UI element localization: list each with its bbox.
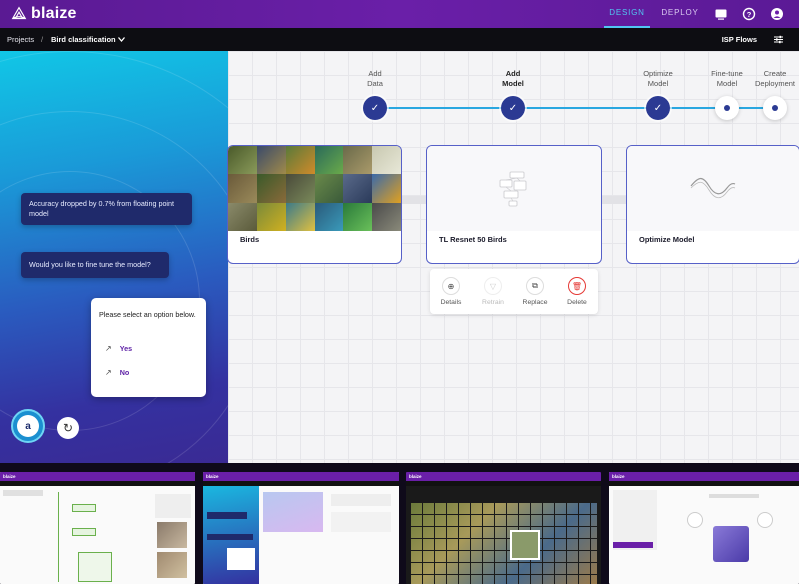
optimize-illustration: [627, 146, 799, 231]
tab-design[interactable]: DESIGN: [604, 0, 650, 28]
breadcrumb-current-project[interactable]: Bird classification: [51, 35, 116, 44]
step-label-add-data: Add Data: [367, 69, 383, 88]
breadcrumb-projects[interactable]: Projects: [7, 35, 34, 44]
action-label: Replace: [522, 299, 548, 306]
chat-message: Accuracy dropped by 0.7% from floating p…: [21, 193, 192, 225]
waveform-icon: [690, 177, 736, 198]
option-label: No: [119, 368, 130, 377]
action-label: Details: [440, 299, 462, 306]
pending-dot-icon: [724, 105, 730, 111]
funnel-icon: ▽: [484, 277, 502, 295]
optimize-card[interactable]: Optimize Model: [626, 145, 799, 264]
option-label: Yes: [119, 344, 133, 353]
refresh-icon: ↻: [62, 421, 74, 435]
bird-thumbnail: [256, 202, 286, 231]
step-label-create-deployment: Create Deployment: [754, 69, 796, 88]
model-graph-icon: [499, 171, 527, 206]
replace-button[interactable]: ⧉ Replace: [514, 269, 556, 314]
sliders-icon[interactable]: [774, 35, 783, 44]
details-button[interactable]: ⊕ Details: [430, 269, 472, 314]
action-label: Retrain: [482, 299, 504, 306]
card-title: Birds: [240, 235, 260, 244]
bird-thumbnail: [228, 202, 257, 231]
check-icon: ✓: [653, 102, 663, 114]
bird-thumbnail: [372, 146, 401, 175]
zoom-in-icon: ⊕: [442, 277, 460, 295]
breadcrumb-separator: /: [41, 35, 44, 44]
logo[interactable]: blaize: [10, 3, 77, 25]
refresh-button[interactable]: ↻: [57, 417, 79, 439]
option-no[interactable]: ↗ No: [105, 368, 129, 377]
bird-image-grid: [228, 146, 401, 231]
pending-dot-icon: [772, 105, 778, 111]
step-create-deployment[interactable]: [763, 96, 787, 120]
connector: [400, 196, 428, 204]
action-label: Delete: [567, 299, 587, 306]
step-add-data[interactable]: ✓: [363, 96, 387, 120]
bird-thumbnail: [343, 202, 373, 231]
model-action-bar: ⊕ Details ▽ Retrain ⧉ Replace 🗑 Delete: [430, 269, 598, 314]
assistant-panel: Accuracy dropped by 0.7% from floating p…: [0, 51, 228, 463]
bird-thumbnail: [285, 146, 315, 175]
bird-thumbnail: [343, 174, 373, 203]
display-icon[interactable]: [714, 7, 728, 21]
retrain-button[interactable]: ▽ Retrain: [472, 269, 514, 314]
bird-thumbnail: [314, 202, 344, 231]
bird-thumbnail: [256, 174, 286, 203]
assistant-avatar: a: [17, 415, 39, 437]
arrow-up-right-icon: ↗: [105, 368, 112, 377]
bird-thumbnail: [372, 174, 401, 203]
check-icon: ✓: [508, 102, 518, 114]
delete-button[interactable]: 🗑 Delete: [556, 269, 598, 314]
logo-text: blaize: [31, 5, 77, 22]
option-prompt: Please select an option below.: [99, 310, 196, 319]
chat-message: Would you like to fine tune the model?: [21, 252, 169, 278]
step-add-model[interactable]: ✓: [501, 96, 525, 120]
step-label-add-model: Add Model: [502, 69, 524, 88]
help-icon[interactable]: ?: [742, 7, 756, 21]
tab-deploy[interactable]: DEPLOY: [660, 0, 700, 28]
arrow-up-right-icon: ↗: [105, 344, 112, 353]
screen-thumbnail[interactable]: blaize: [406, 472, 601, 584]
card-title: Optimize Model: [639, 235, 695, 244]
bird-thumbnail: [285, 174, 315, 203]
bird-thumbnail: [285, 202, 315, 231]
model-card-resnet[interactable]: TL Resnet 50 Birds: [426, 145, 602, 264]
isp-flows-link[interactable]: ISP Flows: [722, 35, 757, 44]
blaize-logo-icon: [11, 6, 27, 20]
screen-thumbnail[interactable]: blaize: [203, 472, 399, 584]
check-icon: ✓: [370, 102, 380, 114]
bird-thumbnail: [314, 174, 344, 203]
account-icon[interactable]: [770, 7, 784, 21]
breadcrumb-bar: Projects / Bird classification ISP Flows: [0, 28, 799, 51]
step-optimize-model[interactable]: ✓: [646, 96, 670, 120]
bird-thumbnail: [372, 202, 401, 231]
step-label-optimize-model: Optimize Model: [643, 69, 673, 88]
bird-thumbnail: [256, 146, 286, 175]
copy-icon: ⧉: [526, 277, 544, 295]
chevron-down-icon[interactable]: [118, 37, 125, 42]
connector: [600, 196, 628, 204]
trash-icon: 🗑: [568, 277, 586, 295]
svg-text:?: ?: [747, 10, 752, 19]
bird-thumbnail: [228, 174, 257, 203]
bird-thumbnail: [314, 146, 344, 175]
screen-thumbnail[interactable]: blaize: [609, 472, 799, 584]
dataset-card-birds[interactable]: Birds: [227, 145, 402, 264]
card-title: TL Resnet 50 Birds: [439, 235, 507, 244]
option-yes[interactable]: ↗ Yes: [105, 344, 132, 353]
screen-thumbnail[interactable]: blaize: [0, 472, 195, 584]
top-bar: blaize DESIGN DEPLOY ?: [0, 0, 799, 28]
bird-thumbnail: [343, 146, 373, 175]
assistant-avatar-button[interactable]: a: [11, 409, 45, 443]
step-fine-tune-model[interactable]: [715, 96, 739, 120]
option-card: Please select an option below. ↗ Yes ↗ N…: [91, 298, 206, 397]
bird-thumbnail: [228, 146, 257, 175]
model-illustration: [427, 146, 601, 231]
